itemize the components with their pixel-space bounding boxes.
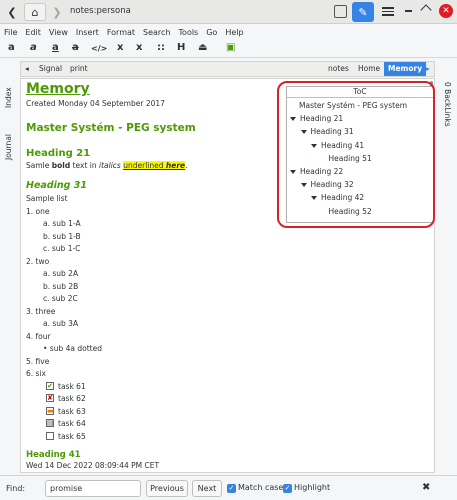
sample-list-label: Sample list (26, 194, 68, 203)
list-item: 5. five (26, 356, 50, 366)
format-toolbar: a a a a </> x x :: H ⏏ ▣ (0, 40, 457, 58)
list-item: c. sub 2C (43, 294, 78, 303)
menu-file[interactable]: File (4, 25, 17, 40)
italic-icon[interactable]: a (30, 42, 37, 53)
task-list: ✔ task 61 ✘ task 62 ▬ task 63 ▤ task 64 task 65 (26, 381, 276, 444)
sample-paragraph: Samle bold text in italics underlined he… (26, 161, 188, 170)
heading-31: Heading 31 (26, 180, 87, 191)
left-side-panel: Index Journal (0, 78, 20, 473)
menu-tools[interactable]: Tools (179, 25, 199, 40)
find-label: Find: (6, 484, 26, 493)
pathbar-item-home[interactable]: Home (354, 63, 384, 75)
code-icon[interactable]: </> (91, 44, 107, 53)
pathbar-item-print[interactable]: print (66, 63, 92, 75)
minimize-icon[interactable] (405, 10, 412, 12)
heading-master-system: Master Systém - PEG system (26, 122, 196, 134)
task-label: task 65 (58, 431, 86, 441)
strikethrough-icon[interactable]: a (72, 42, 79, 53)
task-item: ✔ task 61 (26, 381, 276, 394)
page-title: Memory (26, 81, 90, 97)
list-item: 3. three (26, 306, 56, 316)
clear-format-icon[interactable]: :: (157, 42, 165, 53)
edit-icon[interactable]: ✎ (352, 2, 374, 22)
home-icon[interactable]: ⌂ (24, 3, 46, 21)
page-content: Memory Created Monday 04 September 2017 … (26, 81, 276, 472)
task-item: ▬ task 63 (26, 406, 276, 419)
task-label: task 64 (58, 419, 86, 428)
pathbar-left-arrow-icon[interactable]: ◂ (21, 63, 33, 75)
attachments-icon[interactable] (334, 5, 347, 18)
list-item: 6. six (26, 369, 46, 378)
insert-image-icon[interactable]: ⏏ (198, 42, 207, 53)
list-item: 4. four (26, 331, 51, 341)
task-checkbox-icon[interactable]: ▬ (46, 406, 54, 415)
toc-annotation-outline (277, 81, 435, 228)
menu-view[interactable]: View (49, 25, 68, 40)
window-title: notes:persona (70, 6, 131, 16)
list-item: c. sub 1-C (43, 244, 81, 253)
underline-icon[interactable]: a (52, 42, 59, 53)
task-label: task 63 (58, 406, 86, 416)
menu-search[interactable]: Search (143, 25, 170, 40)
next-button[interactable]: Next (192, 480, 222, 497)
pathbar-item-signal[interactable]: Signal (35, 63, 66, 75)
list-item: a. sub 2A (43, 269, 79, 278)
pathbar-item-memory[interactable]: Memory (384, 62, 427, 76)
task-label: task 61 (58, 381, 86, 391)
close-icon[interactable]: ✕ (439, 4, 453, 18)
right-side-panel: 0 BackLinks (436, 78, 457, 473)
bold-icon[interactable]: a (8, 42, 15, 53)
task-checkbox-icon[interactable]: ✔ (46, 381, 54, 390)
heading-41: Heading 41 (26, 450, 81, 460)
list-item: b. sub 1-B (43, 231, 81, 241)
list-item: a. sub 1-A (43, 219, 81, 228)
find-input[interactable]: promise (45, 480, 141, 497)
task-item: task 65 (26, 431, 276, 444)
highlight-checkbox[interactable]: ✓ (283, 484, 292, 493)
path-bar: ◂ Signal print notes Home Memory ▸ (20, 61, 435, 77)
match-case-label: Match case (238, 483, 284, 492)
task-item: ✘ task 62 (26, 393, 276, 406)
list-item: • sub 4a dotted (43, 344, 102, 353)
list-item: 1. one (26, 206, 50, 216)
menu-help[interactable]: Help (225, 25, 243, 40)
heading-41-date: Wed 14 Dec 2022 08:09:44 PM CET (26, 461, 160, 470)
find-close-icon[interactable]: ✖ (422, 482, 430, 493)
task-checkbox-icon[interactable] (46, 431, 54, 440)
forward-icon[interactable]: ❯ (50, 3, 64, 21)
task-label: task 62 (58, 394, 86, 403)
here-link[interactable]: here (165, 161, 186, 170)
created-date: Created Monday 04 September 2017 (26, 99, 165, 108)
pathbar-right-arrow-icon[interactable]: ▸ (422, 63, 434, 75)
menu-go[interactable]: Go (206, 25, 217, 40)
hamburger-menu-icon[interactable] (382, 5, 394, 17)
heading-icon[interactable]: H (177, 42, 185, 53)
tab-journal[interactable]: Journal (4, 134, 13, 160)
menu-format[interactable]: Format (107, 25, 135, 40)
maximize-icon[interactable] (420, 4, 432, 16)
task-item: ▤ task 64 (26, 418, 276, 431)
numbered-list: 1. one a. sub 1-A b. sub 1-B c. sub 1-C 2. t… (26, 206, 276, 381)
folder-icon[interactable]: ▣ (226, 42, 235, 53)
list-item: a. sub 3A (43, 319, 79, 328)
find-bar: Find: promise Previous Next ✓ Match case… (0, 475, 457, 500)
heading-21: Heading 21 (26, 148, 91, 159)
tab-index[interactable]: Index (4, 87, 13, 108)
menu-insert[interactable]: Insert (76, 25, 99, 40)
title-bar: ❮ ⌂ ❯ notes:persona ✎ ✕ (0, 0, 457, 24)
match-case-checkbox[interactable]: ✓ (227, 484, 236, 493)
menu-edit[interactable]: Edit (25, 25, 41, 40)
back-icon[interactable]: ❮ (4, 3, 20, 21)
subscript-icon[interactable]: x (117, 42, 123, 53)
tab-backlinks[interactable]: 0 BackLinks (443, 82, 452, 127)
list-item: b. sub 2B (43, 281, 79, 291)
pathbar-item-notes[interactable]: notes (324, 63, 353, 75)
task-checkbox-icon[interactable]: ▤ (46, 419, 54, 427)
list-item: 2. two (26, 256, 50, 266)
previous-button[interactable]: Previous (146, 480, 188, 497)
menu-bar: File Edit View Insert Format Search Tool… (0, 25, 457, 40)
superscript-icon[interactable]: x (136, 42, 142, 53)
task-checkbox-icon[interactable]: ✘ (46, 394, 54, 402)
highlight-label: Highlight (294, 483, 331, 492)
